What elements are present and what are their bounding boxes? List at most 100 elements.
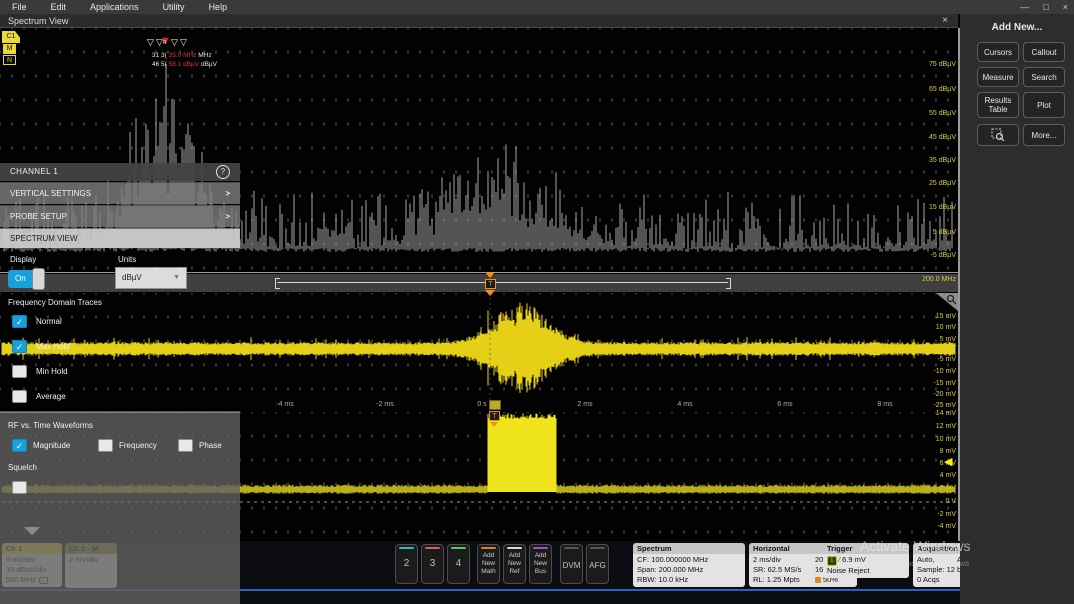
analysis-range-bar[interactable] — [277, 282, 728, 283]
channel2-button[interactable]: 2 — [395, 544, 418, 584]
spectrum-y-label: 45 dBµV — [929, 134, 956, 142]
section-probe-setup[interactable]: PROBE SETUP> — [0, 205, 240, 227]
units-value: dBµV — [122, 273, 142, 282]
rf-y-label: 10 mV — [936, 436, 956, 444]
afg-label: AFG — [587, 561, 608, 570]
add-ref-line: Add — [509, 552, 521, 559]
cursors-button[interactable]: Cursors — [977, 42, 1019, 62]
add-new-ref-button[interactable]: AddNewRef — [503, 544, 526, 584]
dvm-stripe — [564, 547, 579, 549]
time-axis-label: 0 s — [477, 401, 486, 408]
marker-icon[interactable]: ▽ — [171, 38, 178, 47]
section-spectrum-view[interactable]: SPECTRUM VIEW — [0, 228, 240, 248]
more-button[interactable]: More... — [1023, 124, 1065, 146]
units-dropdown[interactable]: dBµV ▼ — [115, 267, 187, 289]
channel4-button[interactable]: 4 — [447, 544, 470, 584]
time-axis-label: 6 ms — [777, 401, 792, 408]
channel1-config-panel: CHANNEL 1 ? VERTICAL SETTINGS> PROBE SET… — [0, 163, 240, 527]
add-bus-line: Bus — [535, 568, 546, 575]
marker-frequency-readout: 31 3( 35.0 MHz MHz — [152, 52, 212, 60]
oscilloscope-screen: File Edit Applications Utility Help — □ … — [0, 0, 1074, 604]
center-frequency: CF: 100.000000 MHz — [637, 555, 741, 565]
add-new-bus-button[interactable]: AddNewBus — [529, 544, 552, 584]
help-icon[interactable]: ? — [216, 165, 230, 179]
nav-trigger-box[interactable]: T — [485, 279, 496, 289]
callout-button[interactable]: Callout — [1023, 42, 1065, 62]
channel2-number: 2 — [396, 558, 417, 569]
slope-icon: ∕ — [839, 555, 840, 564]
ground-reference-arrow-icon[interactable]: ◀ — [944, 455, 952, 468]
time-axis-label: 8 ms — [877, 401, 892, 408]
section-label: PROBE SETUP — [10, 212, 67, 221]
rf-y-label: 14 mV — [936, 410, 956, 418]
marker-amplitude-readout: 46 5( 58.1 dBµV dBµV — [152, 61, 217, 69]
dvm-label: DVM — [561, 561, 582, 570]
menu-help[interactable]: Help — [209, 2, 228, 12]
menu-utility[interactable]: Utility — [163, 2, 185, 12]
close-icon[interactable]: × — [1063, 2, 1068, 12]
chevron-right-icon: > — [225, 183, 230, 205]
activate-windows-subtext: Go to Settings to activate Windows — [845, 559, 969, 568]
results-table-button[interactable]: Results Table — [977, 92, 1019, 118]
spectrum-badge[interactable]: Spectrum CF: 100.000000 MHz Span: 200.00… — [633, 543, 745, 587]
rf-y-label: -2 mV — [937, 511, 956, 519]
frequency-label: Frequency — [119, 441, 157, 450]
rbw: RBW: 10.0 kHz — [637, 575, 741, 585]
rf-y-label: -4 mV — [937, 523, 956, 531]
spectrum-time-marker-icon[interactable] — [485, 272, 495, 278]
magnitude-y-label: -25 mV — [933, 402, 956, 410]
trigger-position-arrow-icon[interactable] — [490, 422, 498, 427]
add-math-line: Math — [481, 568, 495, 575]
afg-button[interactable]: AFG — [586, 544, 609, 584]
squelch-checkbox[interactable] — [12, 481, 27, 494]
plot-button[interactable]: Plot — [1023, 92, 1065, 118]
marker-ampl-value: 58.1 dBµV — [169, 61, 200, 68]
trigger-position-box[interactable]: T — [489, 411, 500, 421]
maximize-icon[interactable]: □ — [1043, 2, 1048, 12]
spectrum-time-marker-icon[interactable] — [485, 290, 495, 296]
display-toggle-knob[interactable] — [32, 268, 45, 290]
marker-icon[interactable]: ▽ — [147, 38, 154, 47]
minimize-icon[interactable]: — — [1020, 2, 1029, 12]
menu-edit[interactable]: Edit — [51, 2, 67, 12]
normal-trace-handle[interactable]: N — [3, 55, 16, 65]
channel3-number: 3 — [422, 558, 443, 569]
range-left-bracket[interactable] — [275, 278, 280, 289]
normal-checkbox[interactable]: ✓ — [12, 315, 27, 328]
add-new-math-button[interactable]: AddNewMath — [477, 544, 500, 584]
afg-stripe — [590, 547, 605, 549]
magnitude-checkbox[interactable]: ✓ — [12, 439, 27, 452]
math-color-stripe — [481, 547, 496, 549]
expansion-point-handle[interactable] — [489, 400, 501, 410]
marker-icon[interactable]: ▽ — [180, 38, 187, 47]
measure-button[interactable]: Measure — [977, 67, 1019, 87]
channel4-number: 4 — [448, 558, 469, 569]
panel-header: CHANNEL 1 ? — [0, 163, 240, 181]
units-label: Units — [118, 255, 136, 264]
channel3-button[interactable]: 3 — [421, 544, 444, 584]
channel4-color-stripe — [451, 547, 466, 549]
phase-checkbox[interactable] — [178, 439, 193, 452]
ref-color-stripe — [507, 547, 522, 549]
minhold-checkbox[interactable] — [12, 365, 27, 378]
time-axis-label: -2 ms — [376, 401, 394, 408]
zoom-mode-button[interactable] — [977, 124, 1019, 146]
freq-traces-label: Frequency Domain Traces — [8, 298, 102, 307]
range-right-bracket[interactable] — [726, 278, 731, 289]
section-vertical-settings[interactable]: VERTICAL SETTINGS> — [0, 182, 240, 204]
h-samplerate: SR: 62.5 MS/s — [753, 565, 815, 575]
maxhold-checkbox[interactable]: ✓ — [12, 340, 27, 353]
average-checkbox[interactable] — [12, 390, 27, 403]
menu-applications[interactable]: Applications — [90, 2, 139, 12]
spectrum-view-titlebar: Spectrum View × — [0, 14, 958, 28]
spectrum-badge-body: CF: 100.000000 MHz Span: 200.000 MHz RBW… — [633, 554, 745, 587]
dvm-button[interactable]: DVM — [560, 544, 583, 584]
frequency-checkbox[interactable] — [98, 439, 113, 452]
view-close-icon[interactable]: × — [942, 14, 948, 28]
search-button[interactable]: Search — [1023, 67, 1065, 87]
add-bus-line: New — [534, 560, 547, 567]
maxhold-trace-handle[interactable]: M — [3, 44, 16, 54]
rf-time-label: RF vs. Time Waveforms — [8, 421, 93, 430]
spectrum-y-label: 55 dBµV — [929, 110, 956, 118]
menu-file[interactable]: File — [12, 2, 27, 12]
